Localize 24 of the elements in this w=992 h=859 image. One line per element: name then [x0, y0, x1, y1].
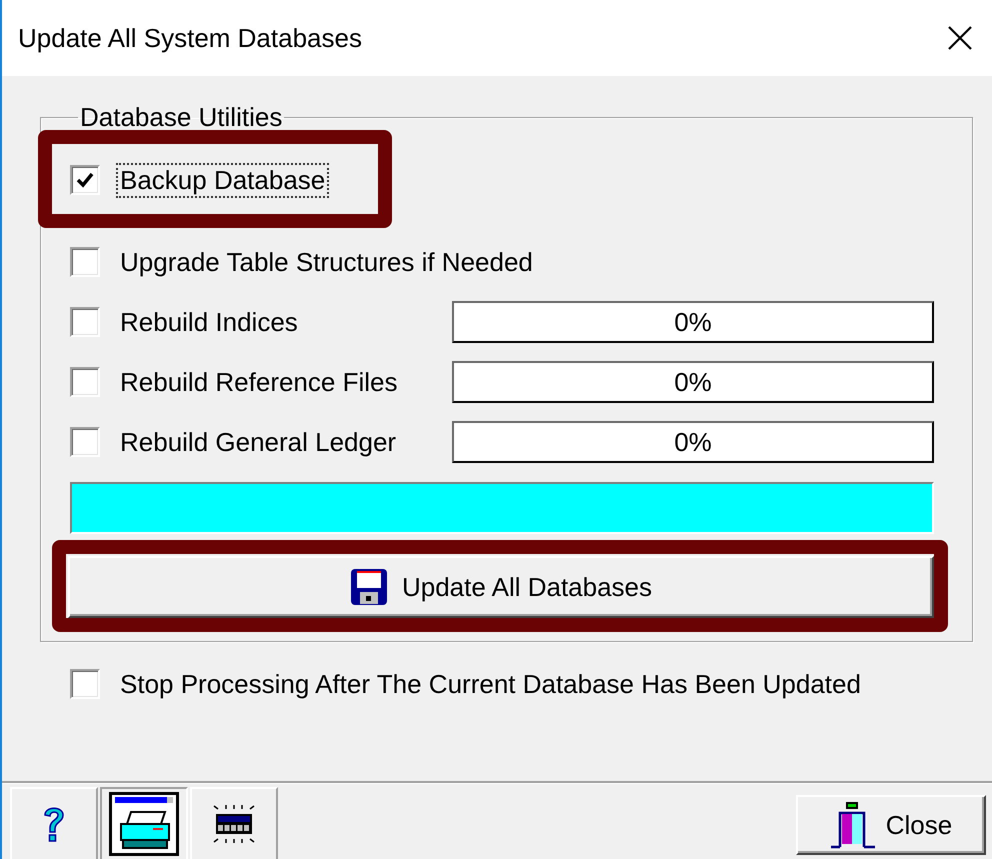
progress-text: 0%	[674, 426, 712, 458]
checkbox[interactable]	[70, 427, 100, 457]
checkbox-label[interactable]: Rebuild Reference Files	[116, 364, 402, 400]
progress-text: 0%	[674, 366, 712, 398]
door-icon	[830, 801, 876, 849]
checkmark-icon	[76, 172, 94, 188]
checkbox[interactable]	[70, 247, 100, 277]
checkbox[interactable]	[70, 165, 100, 195]
checkbox[interactable]	[70, 307, 100, 337]
window-title: Update All System Databases	[18, 22, 362, 54]
group-title: Database Utilities	[79, 106, 284, 128]
checkbox[interactable]	[70, 367, 100, 397]
close-button[interactable]: Close	[796, 795, 986, 855]
checkbox-label[interactable]: Upgrade Table Structures if Needed	[116, 244, 537, 280]
checkbox-label[interactable]: Rebuild Indices	[116, 304, 302, 340]
keyboard-icon	[212, 804, 256, 844]
update-button[interactable]: Update All Databases	[68, 556, 934, 618]
checkbox[interactable]	[70, 669, 100, 699]
checkbox-label[interactable]: Backup Database	[116, 162, 330, 198]
printer-icon	[109, 792, 179, 856]
checkbox-label[interactable]: Stop Processing After The Current Database Has Been Updated	[116, 666, 865, 702]
checkbox-label[interactable]: Rebuild General Ledger	[116, 424, 400, 460]
progress-text: 0%	[674, 306, 712, 338]
toolbar-button[interactable]	[100, 787, 188, 859]
